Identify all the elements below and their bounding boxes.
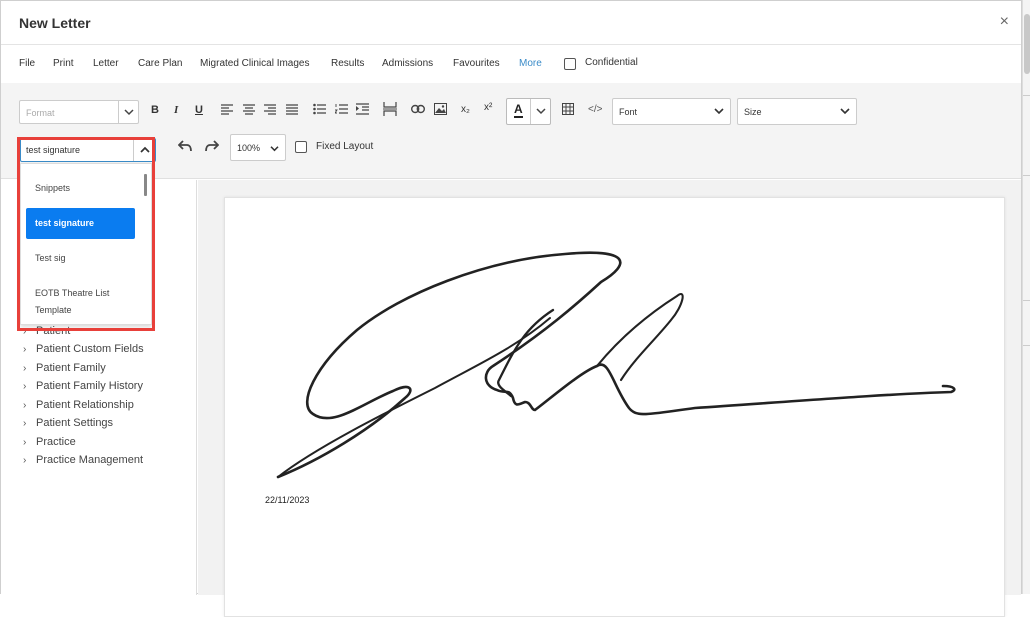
align-justify-icon[interactable] (286, 104, 298, 115)
chevron-right-icon: › (23, 400, 27, 411)
chevron-right-icon: › (23, 418, 27, 429)
font-color-button[interactable]: A (514, 103, 523, 118)
menu-print[interactable]: Print (53, 58, 74, 69)
chevron-up-icon[interactable] (133, 139, 155, 161)
menu-favourites[interactable]: Favourites (453, 58, 500, 69)
confidential-label: Confidential (585, 57, 638, 68)
align-right-icon[interactable] (264, 104, 276, 115)
tree-item-label: Patient Family (36, 362, 106, 374)
size-select-value: Size (744, 107, 762, 117)
font-select-value: Font (619, 107, 638, 117)
chevron-down-icon (118, 101, 138, 123)
chevron-right-icon: › (23, 344, 27, 355)
fixed-layout-checkbox[interactable] (295, 141, 307, 153)
page-break-icon[interactable] (383, 102, 397, 116)
tree-item-label: Patient Relationship (36, 399, 134, 411)
tree-item-label: Practice (36, 436, 76, 448)
align-left-icon[interactable] (221, 104, 233, 115)
background-divider (1023, 95, 1030, 96)
tree-item-label: Patient Custom Fields (36, 343, 144, 355)
tree-item-patient-custom-fields[interactable]: › Patient Custom Fields (23, 343, 144, 355)
chevron-right-icon: › (23, 455, 27, 466)
superscript-button[interactable]: x² (484, 102, 492, 113)
signature-image (276, 251, 956, 479)
underline-button[interactable]: U (195, 104, 203, 116)
menu-migrated-clinical-images[interactable]: Migrated Clinical Images (200, 58, 310, 69)
background-page-edge (1022, 0, 1030, 594)
table-icon[interactable] (562, 103, 574, 115)
background-scrollbar (1024, 14, 1030, 74)
background-divider (1023, 345, 1030, 346)
menu-admissions[interactable]: Admissions (382, 58, 433, 69)
tree-item-practice[interactable]: › Practice (23, 436, 76, 448)
tree-item-patient[interactable]: › Patient (23, 325, 70, 337)
indent-icon[interactable] (356, 103, 369, 115)
confidential-checkbox[interactable] (564, 58, 576, 70)
snippets-select[interactable]: test signature (20, 138, 156, 162)
letter-date: 22/11/2023 (265, 495, 310, 505)
zoom-select[interactable]: 100% (230, 134, 286, 161)
source-code-button[interactable]: </> (588, 104, 602, 115)
background-divider (1023, 175, 1030, 176)
tree-item-patient-relationship[interactable]: › Patient Relationship (23, 399, 134, 411)
italic-button[interactable]: I (174, 104, 178, 116)
chevron-down-icon (270, 144, 279, 154)
font-color-picker[interactable]: A (506, 98, 551, 125)
snippet-option-snippets[interactable]: Snippets (26, 180, 135, 197)
menu-results[interactable]: Results (331, 58, 364, 69)
numbered-list-icon[interactable] (335, 103, 348, 115)
chevron-down-icon (840, 107, 850, 117)
align-center-icon[interactable] (243, 104, 255, 115)
dialog-title: New Letter (19, 15, 91, 31)
tree-item-patient-settings[interactable]: › Patient Settings (23, 417, 113, 429)
chevron-right-icon: › (23, 381, 27, 392)
snippets-select-value: test signature (26, 145, 81, 155)
tree-item-patient-family[interactable]: › Patient Family (23, 362, 106, 374)
size-select[interactable]: Size (737, 98, 857, 125)
link-icon[interactable] (411, 104, 425, 114)
snippet-option-test-signature[interactable]: test signature (26, 208, 135, 239)
redo-icon[interactable] (205, 140, 219, 152)
menu-letter[interactable]: Letter (93, 58, 119, 69)
chevron-down-icon[interactable] (530, 99, 550, 124)
format-select[interactable]: Format (19, 100, 139, 124)
menu-bar: File Print Letter Care Plan Migrated Cli… (1, 46, 1021, 82)
chevron-right-icon: › (23, 326, 27, 337)
tree-item-patient-family-history[interactable]: › Patient Family History (23, 380, 143, 392)
font-select[interactable]: Font (612, 98, 731, 125)
menu-more[interactable]: More (519, 58, 542, 69)
zoom-value: 100% (237, 143, 261, 153)
chevron-right-icon: › (23, 363, 27, 374)
editor-toolbar: Format B I U x₂ x² A </> Font Size 100% … (1, 83, 1021, 179)
snippet-option-test-sig[interactable]: Test sig (26, 250, 135, 267)
menu-file[interactable]: File (19, 58, 35, 69)
background-divider (1023, 300, 1030, 301)
tree-item-label: Practice Management (36, 454, 143, 466)
chevron-down-icon (714, 107, 724, 117)
tree-item-label: Patient Family History (36, 380, 143, 392)
snippets-dropdown: Snippets test signature Test sig EOTB Th… (20, 163, 152, 325)
fixed-layout-label: Fixed Layout (316, 141, 374, 152)
close-button[interactable]: × (1000, 13, 1009, 31)
bulleted-list-icon[interactable] (313, 103, 326, 115)
dropdown-scrollbar[interactable] (144, 174, 147, 196)
menu-care-plan[interactable]: Care Plan (138, 58, 182, 69)
new-letter-dialog: New Letter × File Print Letter Care Plan… (0, 0, 1022, 617)
tree-item-label: Patient Settings (36, 417, 114, 429)
chevron-right-icon: › (23, 437, 27, 448)
undo-icon[interactable] (178, 140, 192, 152)
format-select-value: Format (26, 108, 55, 118)
dialog-titlebar: New Letter × (1, 1, 1021, 45)
tree-item-practice-management[interactable]: › Practice Management (23, 454, 143, 466)
subscript-button[interactable]: x₂ (461, 104, 470, 115)
snippet-option-eotb-theatre-list-template[interactable]: EOTB Theatre List Template (26, 285, 135, 319)
document-page[interactable]: 22/11/2023 (224, 197, 1005, 617)
document-editor[interactable]: 22/11/2023 (198, 180, 1021, 617)
image-icon[interactable] (434, 103, 447, 115)
tree-item-label: Patient (36, 325, 71, 337)
bold-button[interactable]: B (151, 104, 159, 116)
